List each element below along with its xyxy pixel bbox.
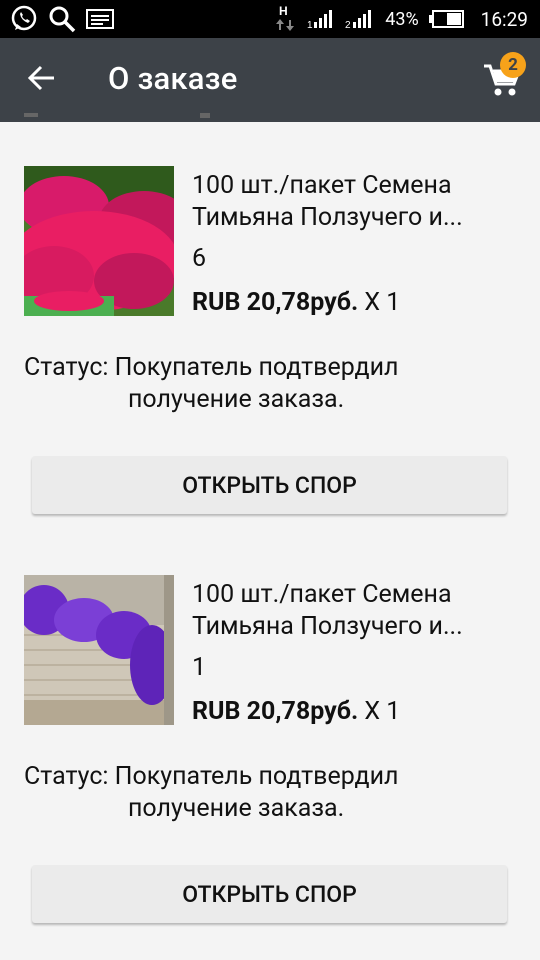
whatsapp-icon (11, 5, 37, 31)
product-image-pink-thyme[interactable] (24, 166, 174, 316)
scrolled-content-remnant (24, 112, 224, 126)
signal-1-icon: 1 (307, 10, 333, 30)
product-name-line-1[interactable]: 100 шт./пакет Семена (192, 579, 522, 611)
svg-text:2: 2 (345, 20, 351, 30)
signal-2-icon: 2 (345, 10, 372, 30)
status-text-line-1: Покупатель подтвердил (108, 762, 399, 791)
battery-percent: 43% (385, 8, 419, 30)
item-variant-number: 6 (192, 244, 207, 273)
product-image-purple-thyme[interactable] (24, 575, 174, 725)
battery-icon (428, 10, 464, 28)
status-label: Статус: (24, 762, 109, 791)
item-price: RUB 20,78руб. X 1 (192, 697, 400, 726)
data-transfer-icon: H (276, 4, 295, 31)
quantity-multiplier: X 1 (358, 288, 401, 317)
price-value: RUB 20,78руб. (192, 288, 359, 317)
open-dispute-button[interactable]: ОТКРЫТЬ СПОР (32, 456, 507, 514)
product-name-line-2[interactable]: Тимьяна Ползучего и... (192, 202, 522, 234)
status-label: Статус: (24, 353, 109, 382)
price-value: RUB 20,78руб. (192, 697, 359, 726)
order-status: Статус: Покупатель подтвердил получение … (24, 761, 524, 825)
search-icon (49, 6, 76, 33)
app-bar: О заказе 2 (0, 38, 540, 122)
product-name-line-1[interactable]: 100 шт./пакет Семена (192, 170, 522, 202)
item-price: RUB 20,78руб. X 1 (192, 288, 400, 317)
status-text-line-2: получение заказа. (128, 385, 345, 414)
quantity-multiplier: X 1 (358, 697, 401, 726)
product-name-line-2[interactable]: Тимьяна Ползучего и... (192, 611, 522, 643)
svg-text:H: H (279, 4, 288, 18)
status-text-line-2: получение заказа. (128, 794, 345, 823)
cart-count-badge: 2 (500, 52, 526, 78)
page-title: О заказе (108, 60, 238, 97)
open-dispute-button[interactable]: ОТКРЫТЬ СПОР (32, 865, 507, 923)
clock: 16:29 (480, 7, 528, 31)
status-bar: H 1 2 43% 16:29 (0, 0, 540, 38)
item-variant-number: 1 (192, 653, 207, 682)
status-text-line-1: Покупатель подтвердил (108, 353, 399, 382)
message-icon (86, 9, 114, 29)
svg-text:1: 1 (307, 20, 313, 30)
back-arrow-icon[interactable] (26, 62, 58, 94)
order-status: Статус: Покупатель подтвердил получение … (24, 352, 524, 416)
